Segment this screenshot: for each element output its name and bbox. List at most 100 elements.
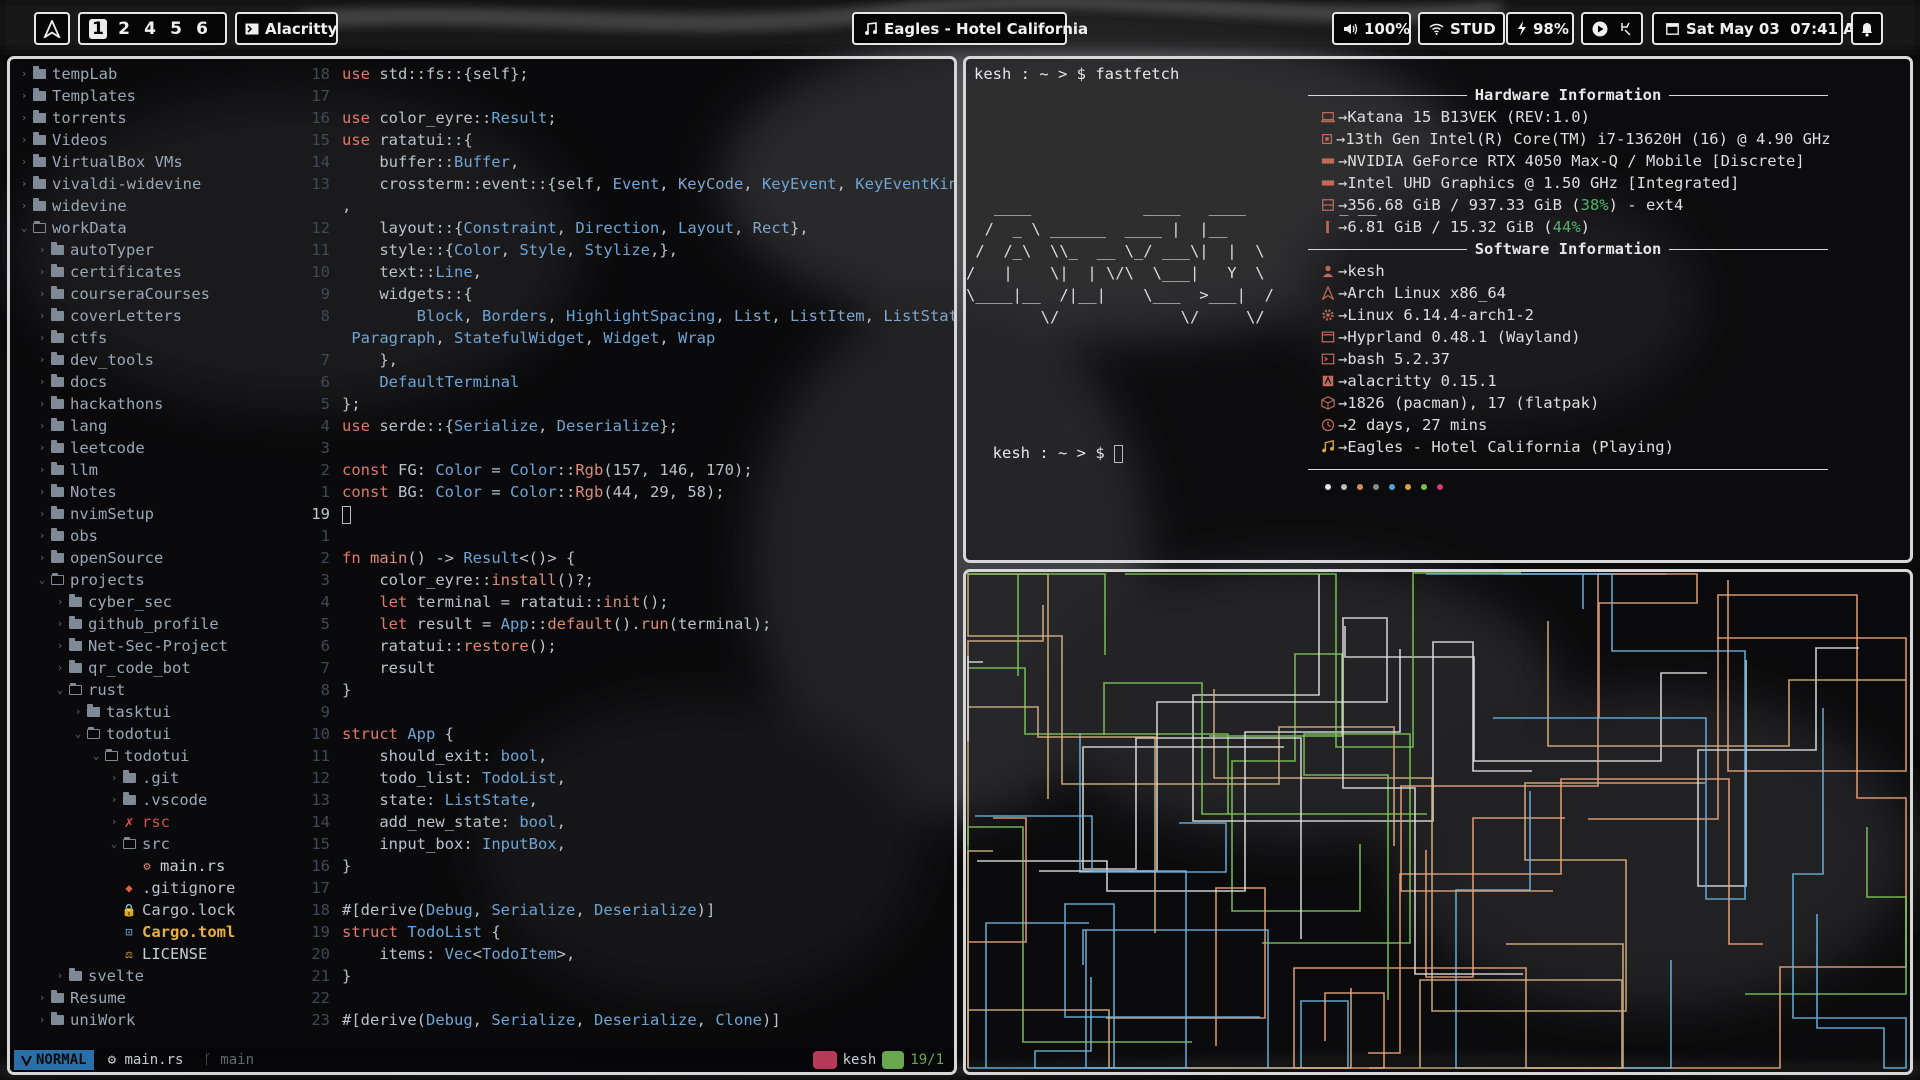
tree-item[interactable]: ⚖ LICENSE bbox=[18, 943, 328, 965]
tree-item[interactable]: › widevine bbox=[18, 195, 328, 217]
code-line[interactable]: 4 let terminal = ratatui::init(); bbox=[300, 591, 954, 613]
tree-item[interactable]: › qr_code_bot bbox=[18, 657, 328, 679]
code-line[interactable]: 14 add_new_state: bool, bbox=[300, 811, 954, 833]
code-line[interactable]: 14 buffer::Buffer, bbox=[300, 151, 954, 173]
tree-item[interactable]: › docs bbox=[18, 371, 328, 393]
tree-item[interactable]: 🔒 Cargo.lock bbox=[18, 899, 328, 921]
tree-item[interactable]: ◆ .gitignore bbox=[18, 877, 328, 899]
code-line[interactable]: 17 bbox=[300, 877, 954, 899]
code-line[interactable]: 10 text::Line, bbox=[300, 261, 954, 283]
tree-item[interactable]: › ctfs bbox=[18, 327, 328, 349]
tree-item[interactable]: › Resume bbox=[18, 987, 328, 1009]
workspace-4[interactable]: 4 bbox=[137, 19, 163, 39]
do-not-disturb-icon[interactable] bbox=[1618, 21, 1632, 37]
workspace-5[interactable]: 5 bbox=[163, 19, 189, 39]
tree-item[interactable]: ⌄ workData bbox=[18, 217, 328, 239]
code-line[interactable]: 6 DefaultTerminal bbox=[300, 371, 954, 393]
code-line[interactable]: 2 fn main() -> Result<()> { bbox=[300, 547, 954, 569]
tree-item[interactable]: › uniWork bbox=[18, 1009, 328, 1031]
tree-item[interactable]: › ✗ rsc bbox=[18, 811, 328, 833]
notifications-button[interactable] bbox=[1851, 12, 1883, 45]
tree-item[interactable]: › certificates bbox=[18, 261, 328, 283]
code-line[interactable]: 1 const BG: Color = Color::Rgb(44, 29, 58… bbox=[300, 481, 954, 503]
code-line[interactable]: 17 bbox=[300, 85, 954, 107]
code-line[interactable]: 11 should_exit: bool, bbox=[300, 745, 954, 767]
tree-item[interactable]: ⌄ src bbox=[18, 833, 328, 855]
code-line[interactable]: 13 crossterm::event::{self, Event, KeyCo… bbox=[300, 173, 954, 195]
tree-item[interactable]: › tempLab bbox=[18, 63, 328, 85]
tree-item[interactable]: ⌄ todotui bbox=[18, 745, 328, 767]
code-line[interactable]: 19 bbox=[300, 503, 954, 525]
tree-item[interactable]: › openSource bbox=[18, 547, 328, 569]
code-line[interactable]: 10 struct App { bbox=[300, 723, 954, 745]
code-line[interactable]: 8} bbox=[300, 679, 954, 701]
tree-item[interactable]: › obs bbox=[18, 525, 328, 547]
code-line[interactable]: , bbox=[300, 195, 954, 217]
code-line[interactable]: 7 }, bbox=[300, 349, 954, 371]
code-line[interactable]: 20 items: Vec<TodoItem>, bbox=[300, 943, 954, 965]
tree-item[interactable]: › courseraCourses bbox=[18, 283, 328, 305]
code-line[interactable]: 7 result bbox=[300, 657, 954, 679]
tree-item[interactable]: › svelte bbox=[18, 965, 328, 987]
workspace-1[interactable]: 1 bbox=[89, 18, 107, 39]
neovim-window[interactable]: › tempLab › Templates › torrents › Videos › Virtu… bbox=[7, 56, 957, 1075]
tree-item[interactable]: ⚙ main.rs bbox=[18, 855, 328, 877]
code-line[interactable]: 12 todo_list: TodoList, bbox=[300, 767, 954, 789]
code-line[interactable]: 5}; bbox=[300, 393, 954, 415]
battery-widget[interactable]: 98% bbox=[1506, 12, 1574, 45]
code-line[interactable]: 4 use serde::{Serialize, Deserialize}; bbox=[300, 415, 954, 437]
code-line[interactable]: 1 bbox=[300, 525, 954, 547]
code-line[interactable]: 16 use color_eyre::Result; bbox=[300, 107, 954, 129]
tree-item[interactable]: › Templates bbox=[18, 85, 328, 107]
launcher-button[interactable] bbox=[34, 12, 70, 45]
active-window-title[interactable]: Alacritty bbox=[235, 12, 338, 45]
tree-item[interactable]: › coverLetters bbox=[18, 305, 328, 327]
tree-item[interactable]: › github_profile bbox=[18, 613, 328, 635]
workspace-2[interactable]: 2 bbox=[111, 19, 137, 39]
tree-item[interactable]: ⊡ Cargo.toml bbox=[18, 921, 328, 943]
tree-item[interactable]: › hackathons bbox=[18, 393, 328, 415]
play-icon[interactable] bbox=[1592, 21, 1608, 37]
code-line[interactable]: 9 widgets::{ bbox=[300, 283, 954, 305]
code-line[interactable]: 5 let result = App::default().run(termin… bbox=[300, 613, 954, 635]
code-editor[interactable]: 18 use std::fs::{self}; 17 16 use color_eyre… bbox=[300, 63, 954, 1031]
terminal-prompt[interactable]: kesh : ~ > $ bbox=[974, 420, 1123, 486]
volume-widget[interactable]: 100% bbox=[1332, 12, 1411, 45]
tree-item[interactable]: › tasktui bbox=[18, 701, 328, 723]
tree-item[interactable]: › llm bbox=[18, 459, 328, 481]
code-line[interactable]: Paragraph, StatefulWidget, Widget, Wrap bbox=[300, 327, 954, 349]
file-tree[interactable]: › tempLab › Templates › torrents › Videos › Virtu… bbox=[18, 63, 328, 1031]
tree-item[interactable]: › nvimSetup bbox=[18, 503, 328, 525]
tree-item[interactable]: › .git bbox=[18, 767, 328, 789]
code-line[interactable]: 18 #[derive(Debug, Serialize, Deserialize… bbox=[300, 899, 954, 921]
tree-item[interactable]: › torrents bbox=[18, 107, 328, 129]
tree-item[interactable]: › Net-Sec-Project bbox=[18, 635, 328, 657]
code-line[interactable]: 12 layout::{Constraint, Direction, Layou… bbox=[300, 217, 954, 239]
code-line[interactable]: 3 bbox=[300, 437, 954, 459]
code-line[interactable]: 15 use ratatui::{ bbox=[300, 129, 954, 151]
network-widget[interactable]: STUD bbox=[1418, 12, 1505, 45]
tree-item[interactable]: ⌄ projects bbox=[18, 569, 328, 591]
tree-item[interactable]: › autoTyper bbox=[18, 239, 328, 261]
code-line[interactable]: 11 style::{Color, Style, Stylize,}, bbox=[300, 239, 954, 261]
tree-item[interactable]: › VirtualBox VMs bbox=[18, 151, 328, 173]
code-line[interactable]: 2 const FG: Color = Color::Rgb(157, 146, … bbox=[300, 459, 954, 481]
tree-item[interactable]: ⌄ todotui bbox=[18, 723, 328, 745]
tree-item[interactable]: › leetcode bbox=[18, 437, 328, 459]
tree-item[interactable]: › Videos bbox=[18, 129, 328, 151]
code-line[interactable]: 9 bbox=[300, 701, 954, 723]
code-line[interactable]: 19 struct TodoList { bbox=[300, 921, 954, 943]
workspace-6[interactable]: 6 bbox=[189, 19, 215, 39]
code-line[interactable]: 6 ratatui::restore(); bbox=[300, 635, 954, 657]
tree-item[interactable]: › .vscode bbox=[18, 789, 328, 811]
clock-widget[interactable]: Sat May 03 07:41 AM bbox=[1652, 12, 1870, 45]
code-line[interactable]: 22 bbox=[300, 987, 954, 1009]
code-line[interactable]: 15 input_box: InputBox, bbox=[300, 833, 954, 855]
code-line[interactable]: 16} bbox=[300, 855, 954, 877]
pipes-terminal[interactable] bbox=[963, 569, 1913, 1075]
code-line[interactable]: 13 state: ListState, bbox=[300, 789, 954, 811]
code-line[interactable]: 18 use std::fs::{self}; bbox=[300, 63, 954, 85]
code-line[interactable]: 21} bbox=[300, 965, 954, 987]
tree-item[interactable]: › dev_tools bbox=[18, 349, 328, 371]
tree-item[interactable]: › cyber_sec bbox=[18, 591, 328, 613]
